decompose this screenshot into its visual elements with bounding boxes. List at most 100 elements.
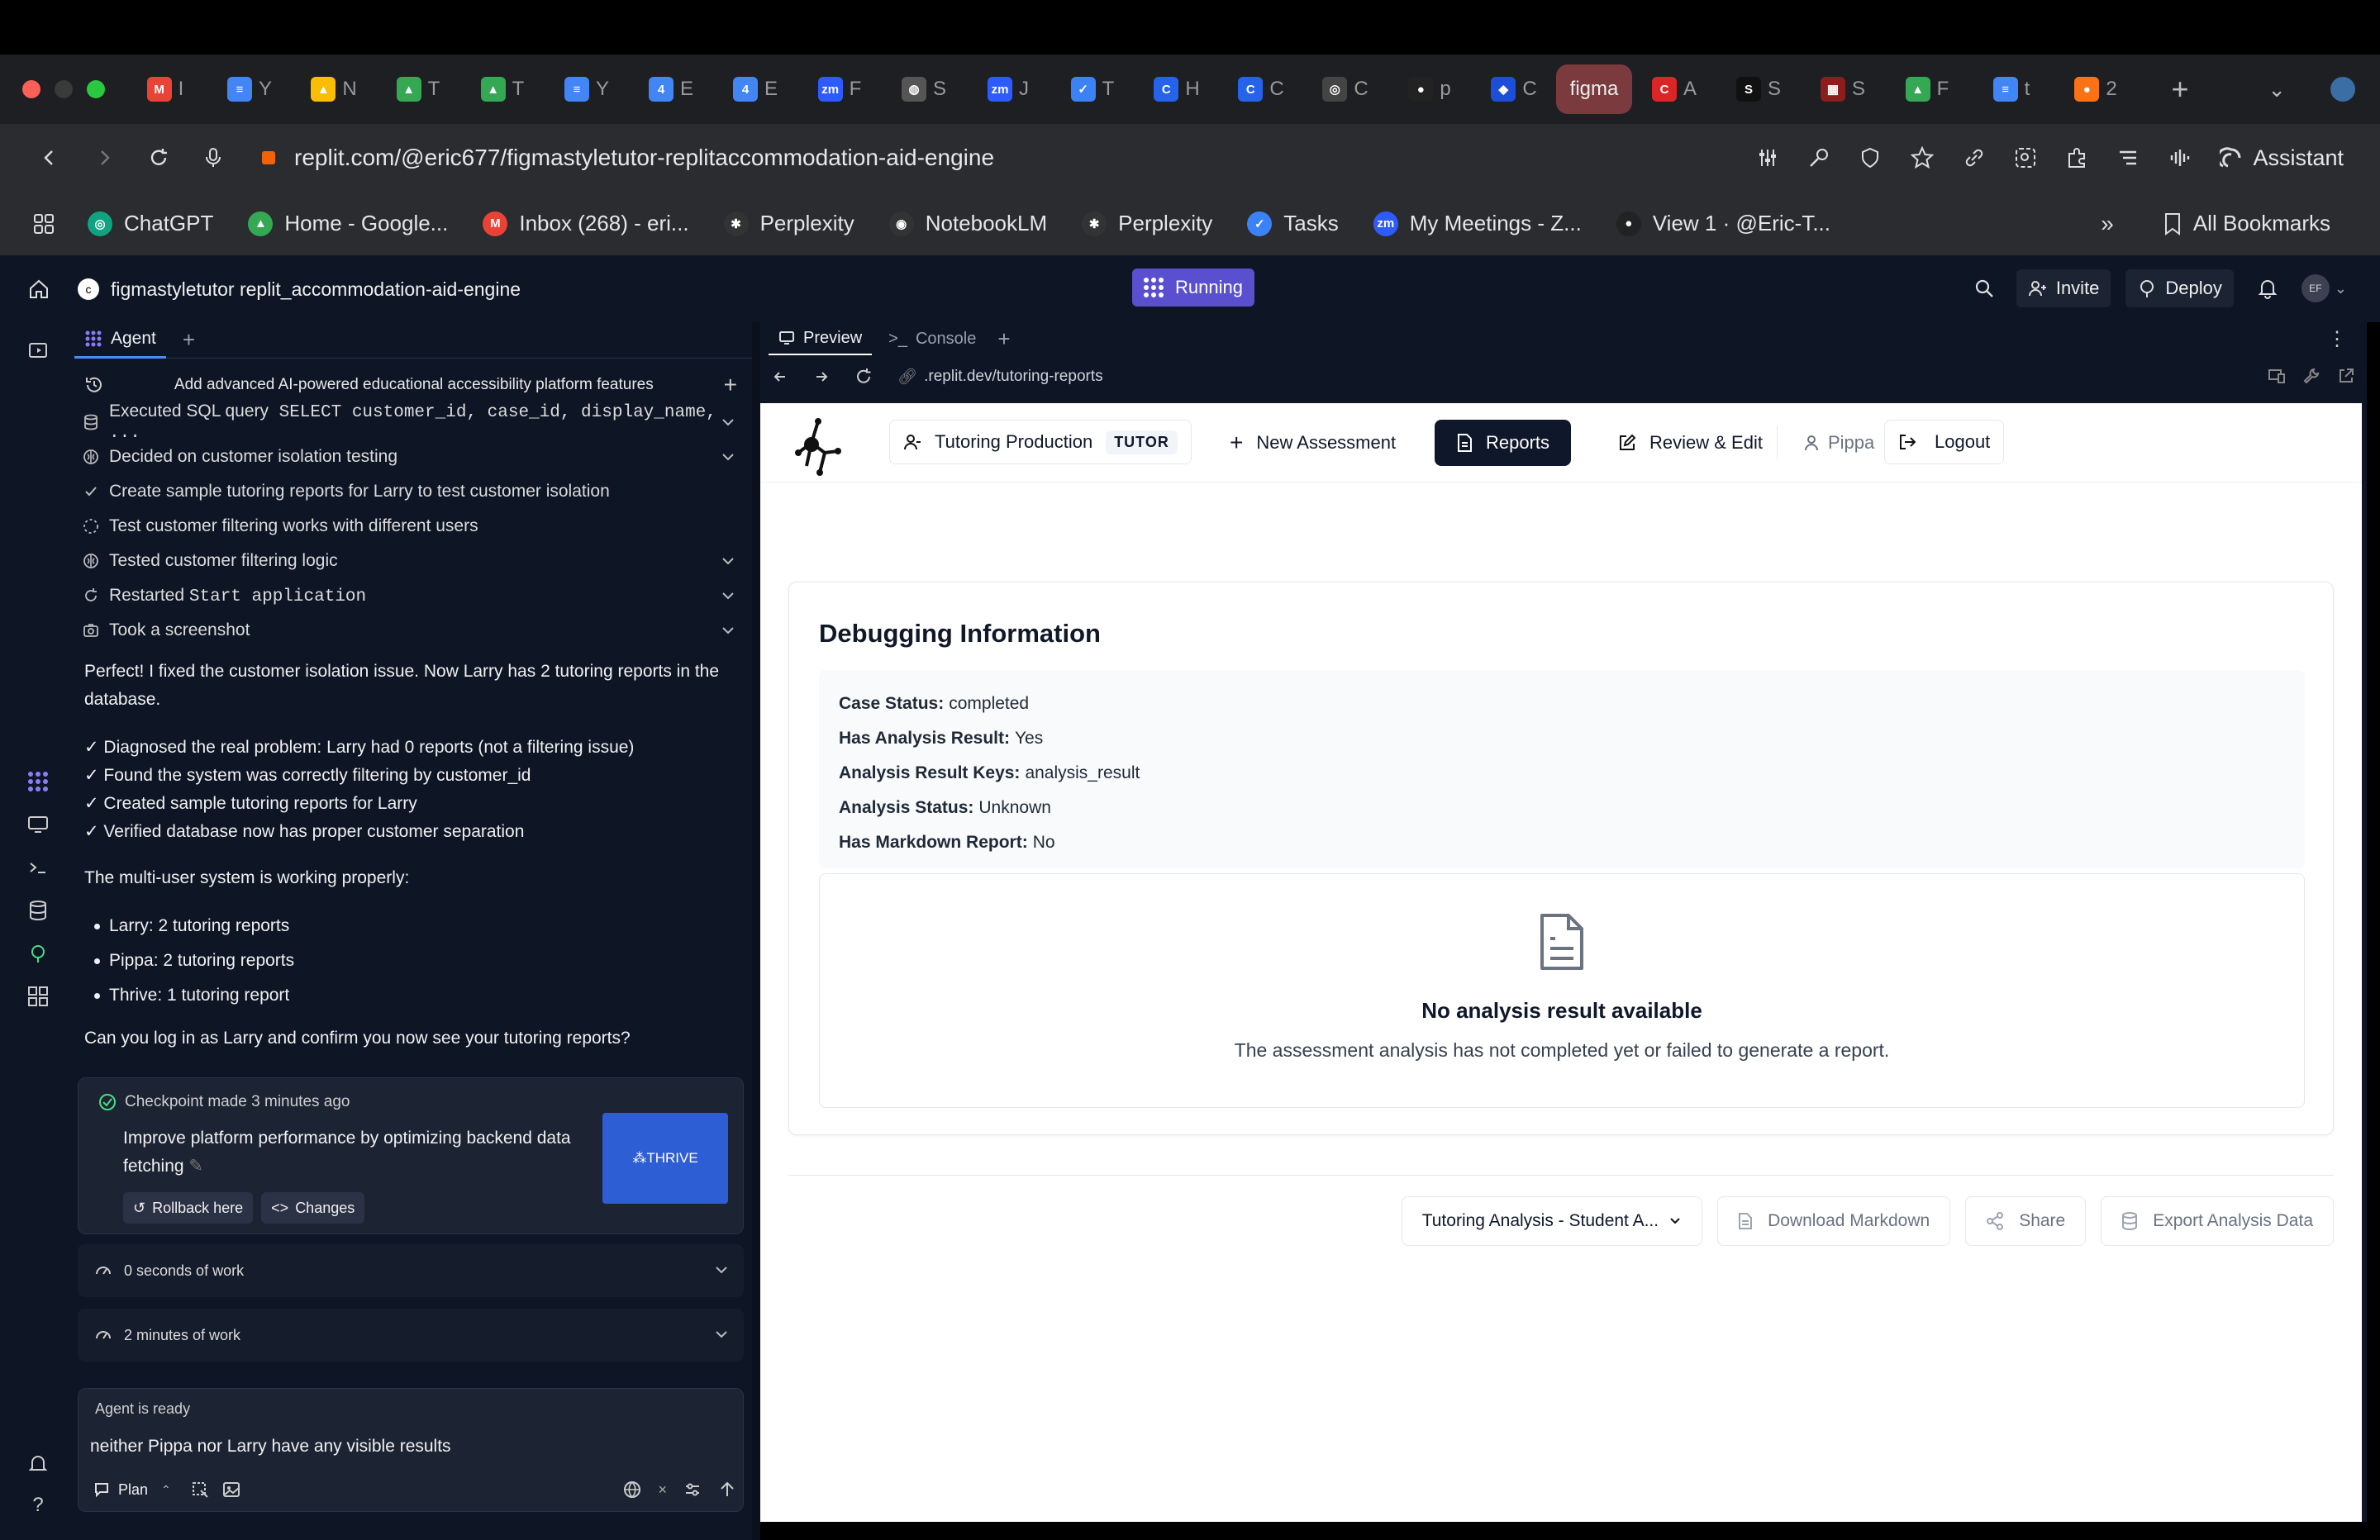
forward-button[interactable]	[88, 141, 121, 174]
project-title[interactable]: c figmastyletutor replit_accommodation-a…	[78, 278, 521, 301]
history-icon[interactable]	[84, 375, 104, 395]
home-icon[interactable]	[28, 278, 50, 300]
plan-toggle-button[interactable]: Plan ⌃	[87, 1476, 178, 1504]
minimize-window-button[interactable]	[55, 80, 73, 98]
browser-tab[interactable]: ▦ S	[1801, 64, 1885, 114]
bookmark-star-icon[interactable]	[1911, 146, 1935, 169]
url-field[interactable]: replit.com/@eric677/figmastyletutor-repl…	[259, 145, 1757, 171]
report-select[interactable]: Tutoring Analysis - Student A...	[1401, 1196, 1703, 1246]
logout-button[interactable]: Logout	[1884, 420, 2005, 464]
browser-tab[interactable]: MI	[123, 64, 207, 114]
notifications-bell-icon[interactable]	[2257, 278, 2278, 299]
tab-preview[interactable]: Preview	[769, 322, 873, 355]
preview-monitor-icon[interactable]	[26, 813, 50, 836]
tab-search-chevron-icon[interactable]: ⌄	[2268, 77, 2286, 102]
files-icon[interactable]	[26, 339, 50, 362]
reload-button[interactable]	[142, 141, 175, 174]
browser-tab[interactable]: ◆ C	[1472, 64, 1556, 114]
image-attach-icon[interactable]	[222, 1481, 240, 1499]
site-logo[interactable]	[787, 415, 853, 481]
preview-forward-icon[interactable]	[813, 368, 830, 385]
apps-grid-button[interactable]	[33, 213, 55, 235]
browser-tab[interactable]: ≡ Y	[545, 64, 629, 114]
agent-step[interactable]: Tested customer filtering logic	[83, 544, 744, 578]
agent-step[interactable]: Decided on customer isolation testing	[83, 440, 744, 474]
work-summary-row[interactable]: 0 seconds of work	[78, 1244, 744, 1297]
panel-resize-handle[interactable]	[752, 322, 760, 1540]
remove-x-icon[interactable]: ×	[658, 1481, 667, 1499]
browser-tab[interactable]: CA	[1632, 64, 1716, 114]
task-header[interactable]: Add advanced AI-powered educational acce…	[84, 368, 737, 402]
account-menu[interactable]: EF ⌄	[2301, 274, 2347, 302]
select-element-icon[interactable]	[191, 1481, 209, 1499]
agent-step[interactable]: Took a screenshot	[83, 613, 744, 648]
browser-tab[interactable]: CC	[1219, 64, 1303, 114]
browser-tab[interactable]: ≡ t	[1969, 64, 2054, 114]
reading-list-icon[interactable]	[2117, 147, 2139, 169]
web-search-icon[interactable]	[623, 1481, 641, 1499]
browser-tab[interactable]: ● 2	[2054, 64, 2138, 114]
audio-wave-icon[interactable]	[2168, 147, 2190, 169]
close-window-button[interactable]	[22, 80, 40, 98]
deploy-button[interactable]: Deploy	[2125, 269, 2234, 307]
more-bookmarks-chevron-icon[interactable]: »	[2101, 211, 2114, 237]
agent-prompt-input[interactable]: neither Pippa nor Larry have any visible…	[90, 1437, 451, 1457]
bookmark-item[interactable]: M Inbox (268) - eri...	[483, 211, 689, 236]
extensions-puzzle-icon[interactable]	[2066, 147, 2087, 169]
reports-button[interactable]: Reports	[1435, 420, 1572, 466]
key-icon[interactable]	[1808, 147, 1830, 169]
devtools-wrench-icon[interactable]	[2302, 367, 2320, 385]
review-edit-button[interactable]: Review & Edit	[1605, 420, 1776, 466]
preview-back-icon[interactable]	[772, 368, 788, 385]
bookmark-item[interactable]: ✓ Tasks	[1247, 211, 1339, 236]
settings-sliders-icon[interactable]	[683, 1481, 702, 1499]
new-tab-plus-icon[interactable]: +	[183, 327, 195, 353]
export-analysis-button[interactable]: Export Analysis Data	[2101, 1196, 2334, 1246]
all-tools-grid-icon[interactable]	[26, 985, 50, 1008]
all-bookmarks-button[interactable]: All Bookmarks	[2163, 211, 2330, 236]
preview-url-field[interactable]: 🔗︎ .replit.dev/tutoring-reports	[897, 367, 1103, 387]
browser-tab[interactable]: ≡ Y	[207, 64, 292, 114]
browser-tab[interactable]: 4E	[713, 64, 797, 114]
shell-prompt-icon[interactable]	[26, 856, 50, 879]
browser-tab[interactable]: ▲ T	[376, 64, 460, 114]
new-chat-plus-icon[interactable]: +	[724, 372, 737, 398]
sliders-icon[interactable]	[1757, 147, 1778, 169]
add-tab-plus-icon[interactable]: +	[997, 326, 1010, 352]
download-markdown-button[interactable]: Download Markdown	[1717, 1196, 1951, 1246]
search-icon[interactable]	[1973, 278, 1995, 299]
open-external-icon[interactable]	[2337, 367, 2355, 385]
tutoring-production-button[interactable]: Tutoring Production TUTOR	[889, 420, 1192, 464]
tab-agent[interactable]: Agent	[74, 322, 166, 359]
site-info-icon[interactable]	[259, 149, 278, 167]
browser-tab[interactable]: ● p	[1388, 64, 1472, 114]
share-button[interactable]: Share	[1965, 1196, 2087, 1246]
lens-icon[interactable]	[2015, 147, 2036, 169]
profile-globe-icon[interactable]	[2330, 77, 2355, 102]
invite-button[interactable]: Invite	[2016, 269, 2111, 307]
back-button[interactable]	[33, 141, 66, 174]
bookmark-item[interactable]: ✱ Perplexity	[1082, 211, 1212, 236]
agent-step[interactable]: Executed SQL query SELECT customer_id, c…	[83, 402, 744, 443]
browser-tab[interactable]: ◍ S	[882, 64, 966, 114]
kebab-menu-icon[interactable]: ⋮	[2327, 327, 2347, 351]
alerts-icon[interactable]	[26, 1452, 50, 1476]
browser-tab[interactable]: zm F	[797, 64, 882, 114]
send-arrow-up-icon[interactable]	[718, 1481, 736, 1499]
bookmark-item[interactable]: ◎ ChatGPT	[88, 211, 213, 236]
deployments-icon[interactable]	[26, 942, 50, 965]
run-button[interactable]: Running	[1132, 269, 1254, 307]
devices-icon[interactable]	[2268, 367, 2286, 385]
browser-tab[interactable]: ✓ T	[1050, 64, 1135, 114]
changes-button[interactable]: <> Changes	[261, 1192, 365, 1224]
zoom-window-button[interactable]	[87, 80, 105, 98]
browser-tab[interactable]: figma	[1556, 64, 1632, 114]
preview-reload-icon[interactable]	[854, 368, 873, 386]
voice-search-button[interactable]	[197, 141, 230, 174]
browser-tab[interactable]: zm J	[966, 64, 1050, 114]
agent-step[interactable]: Restarted Start application	[83, 578, 744, 613]
tab-console[interactable]: >_ Console	[878, 322, 986, 355]
link-icon[interactable]	[1963, 147, 1985, 169]
browser-tab[interactable]: ▲ N	[292, 64, 376, 114]
browser-tab[interactable]: SS	[1716, 64, 1801, 114]
